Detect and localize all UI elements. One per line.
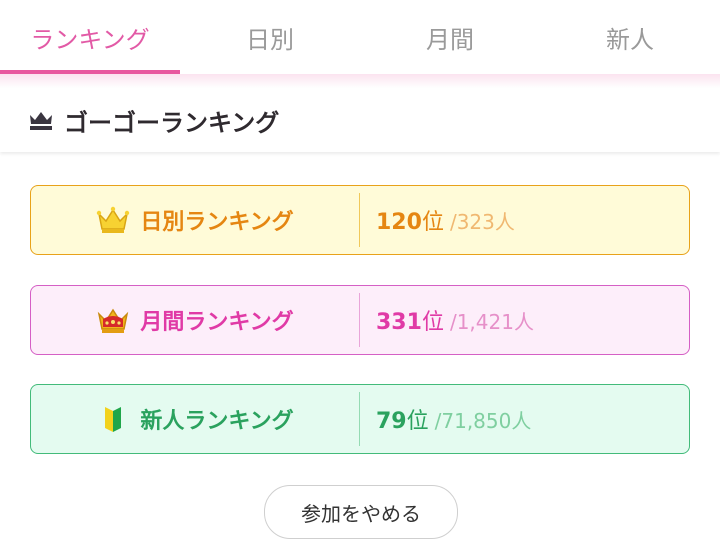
tab-bar: ランキング 日別 月間 新人 (0, 0, 720, 74)
monthly-total: /1,421人 (449, 310, 534, 334)
monthly-rank-unit: 位 (421, 310, 444, 335)
monthly-ranking-card[interactable]: 月間ランキング 331 位 /1,421人 (30, 285, 690, 355)
tab-newbie[interactable]: 新人 (540, 0, 720, 74)
section-title: ゴーゴーランキング (64, 108, 280, 137)
tab-label: 日別 (246, 25, 294, 54)
newbie-total: /71,850人 (434, 409, 532, 433)
monthly-rank-value: 331 (376, 310, 422, 335)
tab-daily[interactable]: 日別 (180, 0, 360, 74)
section-header: ゴーゴーランキング (0, 88, 720, 152)
tab-label: 月間 (426, 25, 474, 54)
newbie-rank-value: 79 (376, 409, 407, 434)
newbie-ranking-card[interactable]: 新人ランキング 79 位 /71,850人 (30, 384, 690, 454)
tab-label: ランキング (30, 25, 150, 54)
newbie-rank-unit: 位 (406, 409, 429, 434)
tab-ranking[interactable]: ランキング (0, 0, 180, 74)
tab-label: 新人 (606, 25, 654, 54)
daily-ranking-card[interactable]: 日別ランキング 120 位 /323人 (30, 185, 690, 255)
daily-rank-value: 120 (376, 210, 422, 235)
monthly-ranking-label: 月間ランキング (140, 310, 294, 335)
daily-total: /323人 (449, 210, 515, 234)
beginner-mark-icon (105, 407, 122, 432)
quit-button[interactable]: 参加をやめる (264, 485, 458, 539)
tab-bar-shadow (0, 74, 720, 88)
gold-crown-icon (97, 206, 130, 233)
crown-icon (30, 112, 52, 130)
red-jeweled-crown-icon (98, 308, 129, 333)
daily-ranking-label: 日別ランキング (140, 210, 294, 235)
newbie-ranking-label: 新人ランキング (140, 409, 294, 434)
quit-button-label: 参加をやめる (301, 501, 421, 526)
tab-monthly[interactable]: 月間 (360, 0, 540, 74)
daily-rank-unit: 位 (421, 210, 444, 235)
